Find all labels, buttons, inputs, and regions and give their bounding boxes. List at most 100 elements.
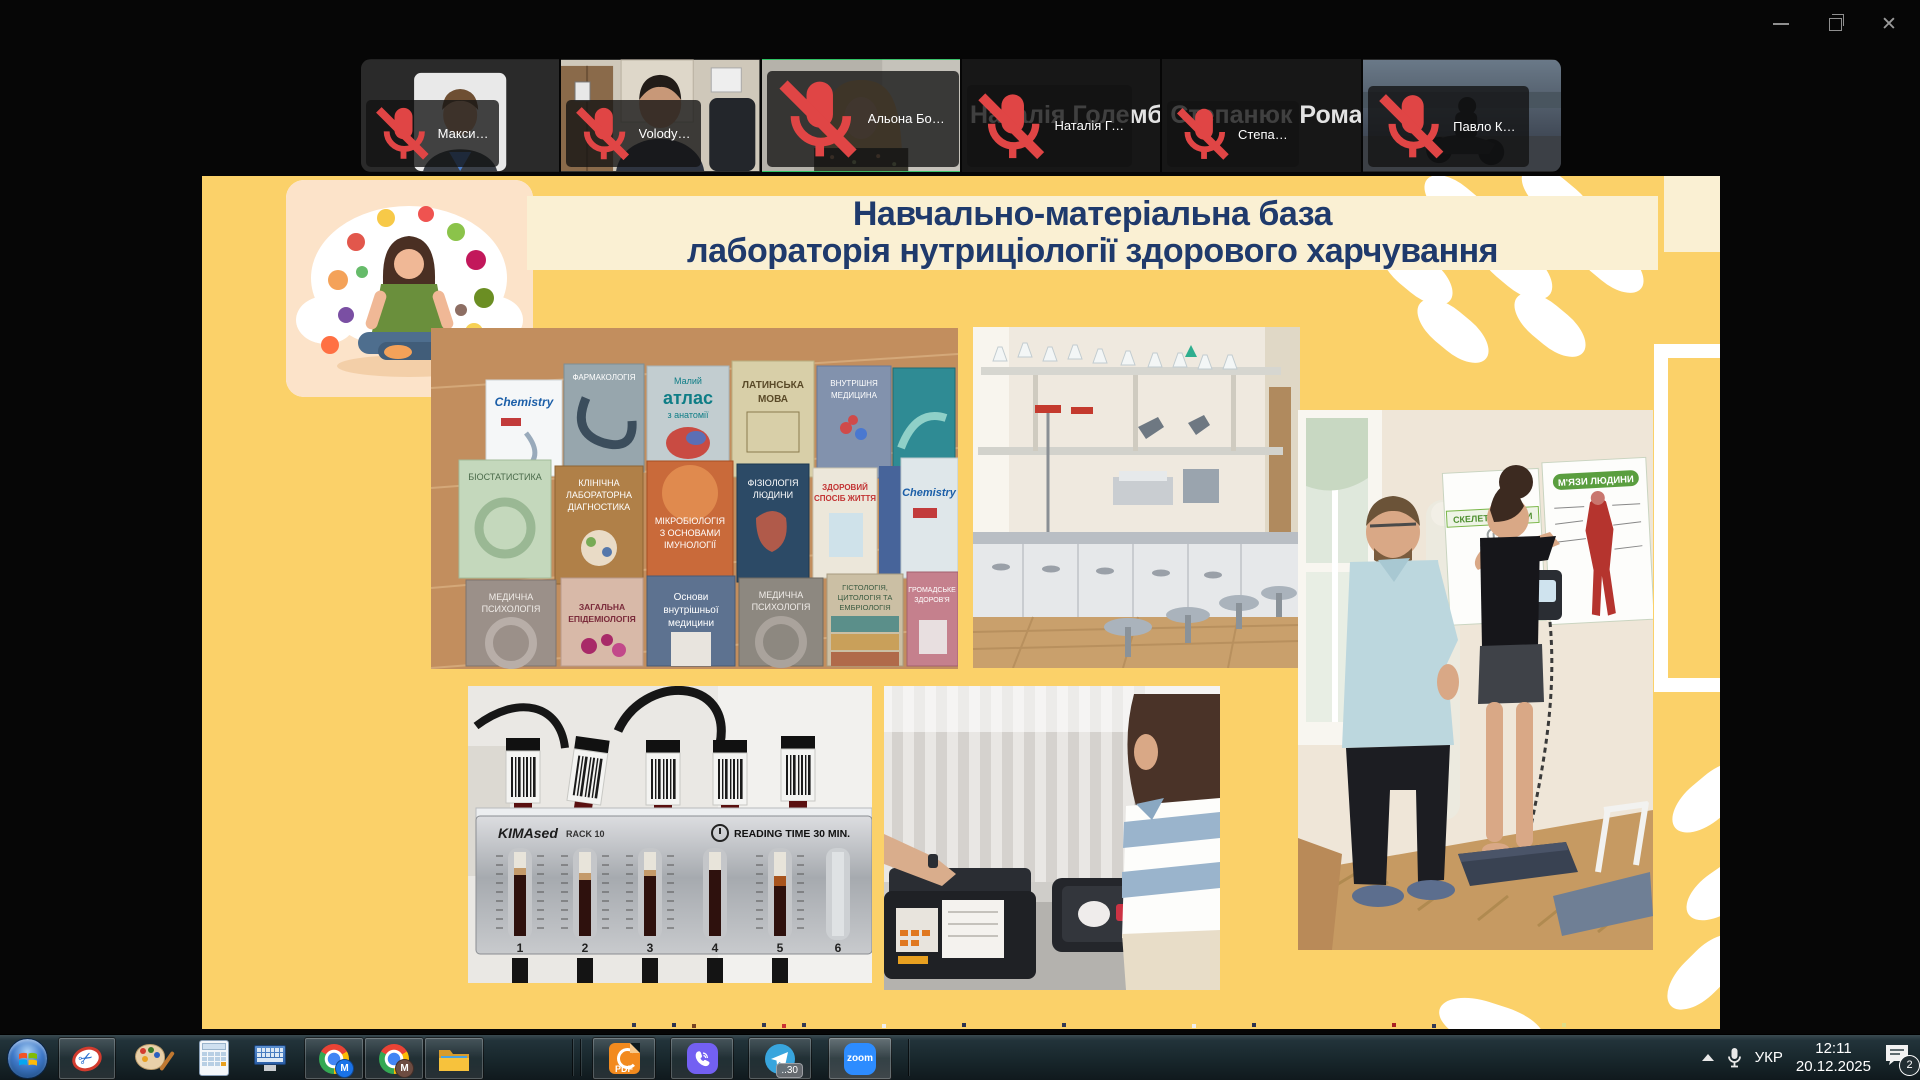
svg-text:Основи: Основи <box>674 592 709 603</box>
svg-text:READING TIME 30 MIN.: READING TIME 30 MIN. <box>734 828 850 840</box>
language-indicator[interactable]: УКР <box>1755 1049 1783 1066</box>
svg-text:МЕДИЦИНА: МЕДИЦИНА <box>831 391 878 400</box>
participant-tile-stepaniuk[interactable]: Степанюк Роман Степанюк Роман <box>1162 59 1360 172</box>
slide-title-line2: лабораторія нутриціології здорового харч… <box>687 233 1498 270</box>
telegram-notification-badge: ..30 <box>776 1063 803 1078</box>
tray-date: 20.12.2025 <box>1796 1058 1871 1076</box>
svg-text:медицини: медицини <box>668 618 714 629</box>
participant-tile-maksym[interactable]: Максим Гудзенко <box>361 59 559 172</box>
participant-tile-alona-active-speaker[interactable]: Альона Борисівна Альтан.. <box>762 59 960 172</box>
svg-text:ПСИХОЛОГІЯ: ПСИХОЛОГІЯ <box>752 602 811 612</box>
taskbar-chrome-gmail[interactable]: M <box>364 1037 424 1080</box>
participant-tile-pavlo[interactable]: Павло Копистинський <box>1363 59 1561 172</box>
svg-text:ГІСТОЛОГІЯ,: ГІСТОЛОГІЯ, <box>842 583 888 592</box>
mic-muted-icon <box>571 102 634 165</box>
taskbar-foxit-pdf[interactable]: PDF <box>592 1037 656 1080</box>
calculator-icon <box>199 1040 229 1076</box>
svg-text:5: 5 <box>777 941 784 955</box>
participant-name: Volodymyr Vasyliv <box>639 126 693 141</box>
taskbar-chrome-meet[interactable]: M <box>304 1037 364 1080</box>
tray-time: 12:11 <box>1796 1040 1871 1058</box>
chrome-icon: M <box>379 1044 409 1074</box>
svg-text:ФІЗІОЛОГІЯ: ФІЗІОЛОГІЯ <box>748 478 799 488</box>
taskbar-paint[interactable] <box>128 1037 172 1078</box>
microphone-tray-icon[interactable] <box>1727 1047 1742 1069</box>
close-button[interactable]: ✕ <box>1876 12 1902 36</box>
svg-text:4: 4 <box>712 941 719 955</box>
leaf-decoration <box>1662 750 1720 844</box>
slide-bottom-cropped-text <box>632 1023 636 1027</box>
show-hidden-icons-button[interactable] <box>1702 1054 1714 1061</box>
svg-text:Малий: Малий <box>674 376 702 386</box>
svg-text:МОВА: МОВА <box>758 394 788 405</box>
photo-anthropometry: СКЕЛЕТ ЛЮДИНИ М'ЯЗИ ЛЮДИНИ <box>1298 410 1653 950</box>
slide-title-line1: Навчально-матеріальна база <box>853 196 1332 233</box>
svg-text:ЗАГАЛЬНА: ЗАГАЛЬНА <box>579 602 625 612</box>
svg-text:СПОСІБ ЖИТТЯ: СПОСІБ ЖИТТЯ <box>814 494 876 503</box>
paint-icon <box>135 1044 165 1072</box>
svg-text:з анатомії: з анатомії <box>667 410 709 420</box>
minimize-button[interactable] <box>1768 12 1794 36</box>
svg-text:ЕПІДЕМІОЛОГІЯ: ЕПІДЕМІОЛОГІЯ <box>568 614 636 624</box>
svg-text:2: 2 <box>582 941 589 955</box>
svg-text:ПСИХОЛОГІЯ: ПСИХОЛОГІЯ <box>482 604 541 614</box>
svg-text:6: 6 <box>835 941 842 955</box>
svg-text:1: 1 <box>517 941 524 955</box>
participant-name: Наталія Голембовська <box>1054 118 1124 133</box>
participant-name-badge: Степанюк Роман <box>1167 101 1299 167</box>
svg-text:атлас: атлас <box>663 388 713 408</box>
zoom-icon-label: zoom <box>847 1053 873 1064</box>
clock[interactable]: 12:11 20.12.2025 <box>1796 1040 1871 1076</box>
restore-button[interactable] <box>1822 12 1848 36</box>
mic-muted-icon <box>972 87 1050 165</box>
close-icon: ✕ <box>1881 15 1897 34</box>
start-button[interactable] <box>7 1038 48 1079</box>
svg-text:KIMAsed: KIMAsed <box>498 825 558 841</box>
participant-tile-natalia[interactable]: Наталія Големб... Наталія Голембовська <box>962 59 1160 172</box>
leaf-decoration <box>1433 988 1551 1029</box>
folder-icon <box>438 1046 470 1072</box>
photo-textbooks: Chemistry ФАРМАКОЛОГІЯ Малий атлас з ана… <box>431 328 958 669</box>
svg-text:БІОСТАТИСТИКА: БІОСТАТИСТИКА <box>468 472 542 482</box>
svg-text:МЕДИЧНА: МЕДИЧНА <box>489 592 534 602</box>
leaf-decoration <box>1505 283 1595 367</box>
svg-text:ЛАБОРАТОРНА: ЛАБОРАТОРНА <box>566 490 632 500</box>
frame-decoration <box>1654 344 1720 692</box>
participant-tile-volodymyr[interactable]: Volodymyr Vasyliv <box>561 59 759 172</box>
participant-name-badge: Альона Борисівна Альтан.. <box>767 71 959 167</box>
taskbar-viber[interactable] <box>670 1037 734 1080</box>
participants-strip: Максим Гудзенко <box>361 59 1561 172</box>
svg-text:ЛЮДИНИ: ЛЮДИНИ <box>753 490 793 500</box>
taskbar-telegram[interactable]: ..30 <box>748 1037 812 1080</box>
taskbar-onscreen-keyboard[interactable] <box>246 1037 294 1078</box>
participant-name-badge: Павло Копистинський <box>1368 86 1529 167</box>
svg-text:ЛАТИНСЬКА: ЛАТИНСЬКА <box>742 380 804 391</box>
leaf-decoration <box>1677 842 1720 931</box>
svg-text:КЛІНІЧНА: КЛІНІЧНА <box>578 478 619 488</box>
svg-text:Chemistry: Chemistry <box>902 487 957 499</box>
svg-text:RACK 10: RACK 10 <box>566 829 605 839</box>
snipping-tool-icon: ✂ <box>72 1047 102 1071</box>
taskbar-separator <box>580 1039 581 1076</box>
svg-text:3: 3 <box>647 941 654 955</box>
participant-name-badge: Volodymyr Vasyliv <box>566 100 701 167</box>
zoom-app-window: ✕ Максим Гудзенко <box>0 0 1920 1080</box>
svg-text:МЕДИЧНА: МЕДИЧНА <box>759 590 804 600</box>
chrome-icon: M <box>319 1044 349 1074</box>
corner-decoration <box>1664 176 1720 252</box>
leaf-decoration <box>1656 923 1720 1021</box>
participant-name: Павло Копистинський <box>1453 119 1521 134</box>
keyboard-icon <box>254 1045 286 1071</box>
taskbar-file-explorer[interactable] <box>424 1037 484 1080</box>
shared-presentation-slide: Навчально-матеріальна база лабораторія н… <box>202 176 1720 1029</box>
m-badge-blue: M <box>335 1059 354 1078</box>
notification-center-button[interactable]: 2 <box>1884 1043 1914 1073</box>
svg-text:ФАРМАКОЛОГІЯ: ФАРМАКОЛОГІЯ <box>573 373 636 382</box>
svg-text:ЗДОРОВ'Я: ЗДОРОВ'Я <box>914 597 949 604</box>
participant-name: Максим Гудзенко <box>438 126 492 141</box>
mic-muted-icon <box>1373 88 1450 165</box>
taskbar-snipping-tool[interactable]: ✂ <box>58 1037 116 1080</box>
taskbar-zoom-active[interactable]: zoom <box>828 1037 892 1080</box>
taskbar-calculator[interactable] <box>192 1037 236 1078</box>
taskbar-separator <box>572 1039 573 1076</box>
